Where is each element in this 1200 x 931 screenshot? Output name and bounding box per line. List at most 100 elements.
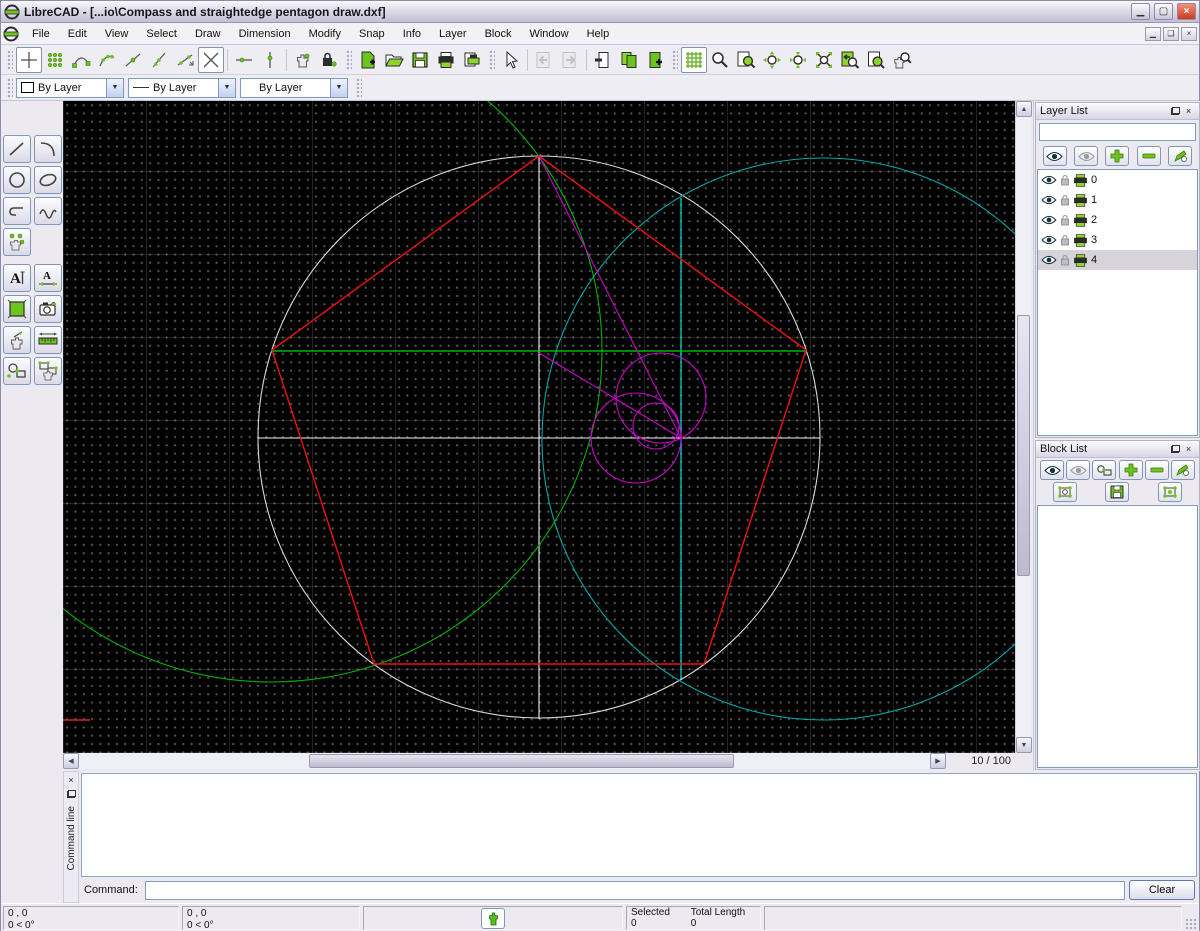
horizontal-scroll-thumb[interactable] (309, 754, 735, 768)
layer-print-icon[interactable] (1073, 194, 1088, 207)
dimension-tool-button[interactable]: A (34, 264, 62, 292)
layer-row[interactable]: 0 (1038, 170, 1197, 190)
linewidth-combo[interactable]: By Layer ▼ (240, 78, 348, 98)
chevron-down-icon[interactable]: ▼ (106, 79, 123, 97)
restrict-horizontal-button[interactable] (231, 47, 257, 73)
menu-draw[interactable]: Draw (186, 25, 230, 43)
toolbar-handle[interactable] (6, 49, 13, 71)
snap-grid-button[interactable] (42, 47, 68, 73)
scroll-right-icon[interactable]: ▶ (930, 753, 946, 769)
arc-tool-button[interactable] (34, 135, 62, 163)
linetype-combo[interactable]: By Layer ▼ (128, 78, 236, 98)
toolbar-handle[interactable] (355, 77, 362, 99)
layer-print-icon[interactable] (1073, 214, 1088, 227)
zoom-auto-button[interactable] (811, 47, 837, 73)
menu-info[interactable]: Info (394, 25, 430, 43)
block-tool-button[interactable] (3, 357, 31, 385)
chevron-down-icon[interactable]: ▼ (330, 79, 347, 97)
command-history[interactable] (81, 773, 1197, 877)
vertical-scroll-thumb[interactable] (1017, 315, 1030, 575)
close-command-dock-icon[interactable]: × (65, 774, 78, 786)
create-new-block-button[interactable] (1158, 482, 1182, 502)
new-document-button[interactable] (355, 47, 381, 73)
toolbar-handle[interactable] (488, 49, 495, 71)
menu-select[interactable]: Select (137, 25, 186, 43)
vertical-scroll-track[interactable] (1016, 117, 1031, 737)
remove-block-button[interactable] (1145, 460, 1169, 480)
hide-all-layers-button[interactable] (1074, 146, 1098, 166)
line-tool-button[interactable] (3, 135, 31, 163)
minimize-button[interactable]: ▁ (1131, 3, 1150, 20)
layer-lock-icon[interactable] (1060, 194, 1070, 206)
horizontal-scrollbar[interactable]: ◀ ▶ (63, 753, 946, 769)
measure-tool-button[interactable] (34, 326, 62, 354)
save-block-button[interactable] (1105, 482, 1129, 502)
selection-pointer-button[interactable] (498, 47, 524, 73)
menu-help[interactable]: Help (578, 25, 619, 43)
circle-tool-button[interactable] (3, 166, 31, 194)
snap-middle-button[interactable] (146, 47, 172, 73)
remove-layer-button[interactable] (1137, 146, 1161, 166)
grid-toggle-button[interactable] (681, 47, 707, 73)
hatch-tool-button[interactable] (3, 295, 31, 323)
float-panel-icon[interactable] (1169, 443, 1182, 455)
snap-intersection-button[interactable] (198, 47, 224, 73)
layer-lock-icon[interactable] (1060, 174, 1070, 186)
menu-snap[interactable]: Snap (350, 25, 394, 43)
horizontal-scroll-track[interactable] (79, 753, 930, 769)
undo-button[interactable] (531, 47, 557, 73)
image-tool-button[interactable] (34, 295, 62, 323)
snap-center-button[interactable] (120, 47, 146, 73)
resize-grip[interactable] (1185, 918, 1197, 930)
zoom-shrink-button[interactable] (785, 47, 811, 73)
menu-dimension[interactable]: Dimension (230, 25, 300, 43)
mdi-restore-button[interactable]: ❏ (1163, 27, 1179, 41)
snap-endpoint-button[interactable] (68, 47, 94, 73)
pan-hand-button[interactable] (481, 908, 505, 929)
layer-visibility-icon[interactable] (1041, 175, 1057, 185)
mdi-close-button[interactable]: × (1181, 27, 1197, 41)
add-layer-button[interactable] (1105, 146, 1129, 166)
layer-visibility-icon[interactable] (1041, 215, 1057, 225)
scroll-down-icon[interactable]: ▼ (1016, 737, 1032, 753)
points-tool-button[interactable] (3, 228, 31, 256)
chevron-down-icon[interactable]: ▼ (218, 79, 235, 97)
close-panel-icon[interactable]: × (1182, 443, 1195, 455)
menu-view[interactable]: View (96, 25, 138, 43)
layer-print-icon[interactable] (1073, 234, 1088, 247)
menu-edit[interactable]: Edit (59, 25, 96, 43)
set-relative-zero-button[interactable] (290, 47, 316, 73)
close-panel-icon[interactable]: × (1182, 105, 1195, 117)
menu-block[interactable]: Block (476, 25, 521, 43)
ellipse-tool-button[interactable] (34, 166, 62, 194)
maximize-button[interactable]: ▢ (1154, 3, 1173, 20)
print-button[interactable] (433, 47, 459, 73)
color-combo[interactable]: By Layer ▼ (16, 78, 124, 98)
create-block-button[interactable] (1092, 460, 1116, 480)
menu-file[interactable]: File (23, 25, 59, 43)
layer-lock-icon[interactable] (1060, 254, 1070, 266)
restrict-vertical-button[interactable] (257, 47, 283, 73)
layer-row[interactable]: 3 (1038, 230, 1197, 250)
scroll-up-icon[interactable]: ▲ (1016, 101, 1032, 117)
layer-visibility-icon[interactable] (1041, 255, 1057, 265)
zoom-window-button[interactable] (733, 47, 759, 73)
layer-visibility-icon[interactable] (1041, 195, 1057, 205)
clear-button[interactable]: Clear (1129, 880, 1195, 900)
layer-print-icon[interactable] (1073, 174, 1088, 187)
text-tool-button[interactable]: A (3, 264, 31, 292)
zoom-previous-button[interactable] (837, 47, 863, 73)
edit-block-attributes-button[interactable] (1171, 460, 1195, 480)
menu-modify[interactable]: Modify (300, 25, 350, 43)
open-document-button[interactable] (381, 47, 407, 73)
float-command-dock-icon[interactable] (65, 788, 78, 800)
layer-print-icon[interactable] (1073, 254, 1088, 267)
toolbar-handle[interactable] (6, 77, 13, 99)
layer-lock-icon[interactable] (1060, 234, 1070, 246)
scroll-left-icon[interactable]: ◀ (63, 753, 79, 769)
insert-block-button[interactable] (1053, 482, 1077, 502)
snap-on-entity-button[interactable] (94, 47, 120, 73)
layer-row[interactable]: 4 (1038, 250, 1197, 270)
float-panel-icon[interactable] (1169, 105, 1182, 117)
polyline-tool-button[interactable] (3, 197, 31, 225)
